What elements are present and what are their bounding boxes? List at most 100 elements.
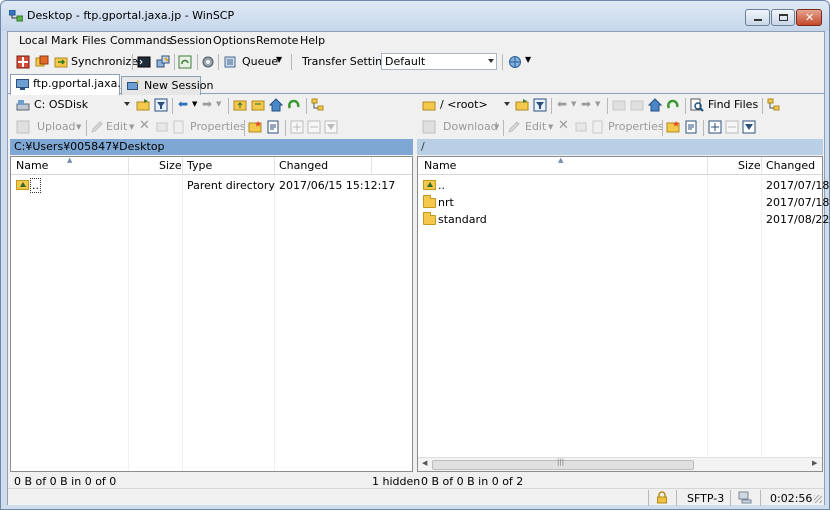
table-row[interactable]: nrt 2017/07/18	[418, 194, 829, 211]
file-name: standard	[438, 213, 487, 226]
horizontal-scrollbar[interactable]: ◀ ||| ▶	[418, 457, 822, 471]
local-hidden-count[interactable]: 1 hidden	[372, 475, 420, 488]
minimize-icon	[754, 19, 762, 21]
synchronize-label[interactable]: Synchronize	[71, 55, 138, 68]
parent-directory-icon	[16, 180, 29, 190]
maximize-button[interactable]	[771, 9, 795, 26]
home-directory-icon[interactable]	[648, 98, 662, 112]
column-separator[interactable]	[128, 157, 129, 175]
column-size[interactable]: Size	[159, 159, 182, 172]
remote-path-combo[interactable]: / <root>	[436, 96, 513, 113]
file-changed: 2017/08/22	[766, 213, 830, 226]
scroll-left-icon[interactable]: ◀	[422, 459, 427, 467]
synchronize-icon[interactable]	[54, 55, 68, 69]
queue-dropdown-arrow-icon[interactable]: ▼	[276, 55, 282, 64]
open-directory-icon[interactable]	[136, 98, 150, 112]
title-bar[interactable]: Desktop - ftp.gportal.jaxa.jp - WinSCP ✕	[1, 1, 829, 31]
column-changed[interactable]: Changed	[766, 159, 815, 172]
upload-button: Upload	[37, 120, 76, 133]
root-directory-icon[interactable]	[251, 98, 265, 112]
new-folder-icon[interactable]	[248, 120, 262, 134]
find-files-button[interactable]: Find Files	[708, 98, 758, 111]
menu-session[interactable]: Session	[170, 34, 212, 47]
column-name[interactable]: Name	[16, 159, 48, 172]
menu-local[interactable]: Local	[19, 34, 48, 47]
back-icon[interactable]: ⬅	[178, 97, 188, 111]
putty-icon[interactable]	[156, 55, 170, 69]
tab-session[interactable]: ftp.gportal.jaxa.jp	[10, 74, 131, 95]
filter-icon[interactable]	[154, 98, 168, 112]
new-file-icon[interactable]	[684, 120, 698, 134]
open-directory-icon[interactable]	[515, 98, 529, 112]
close-icon: ✕	[805, 11, 815, 24]
column-separator[interactable]	[182, 157, 183, 175]
compare-directories-icon[interactable]	[16, 55, 30, 69]
column-separator[interactable]	[371, 157, 372, 175]
tree-icon[interactable]	[767, 98, 781, 112]
tab-new-session[interactable]: New Session	[121, 76, 213, 95]
column-separator[interactable]	[761, 157, 762, 175]
queue-icon[interactable]	[223, 55, 237, 69]
session-tabs: ftp.gportal.jaxa.jp New Session	[8, 74, 824, 95]
console-icon[interactable]	[137, 55, 151, 69]
menu-help[interactable]: Help	[300, 34, 325, 47]
new-session-icon	[127, 80, 139, 90]
table-row[interactable]: .. Parent directory 2017/06/15 15:12:17	[11, 177, 412, 194]
minimize-button[interactable]	[745, 9, 770, 26]
main-toolbar: Synchronize Queue ▼ Transfer Settings De…	[8, 50, 824, 74]
refresh-icon[interactable]	[666, 98, 680, 112]
table-row[interactable]: .. 2017/07/18	[418, 177, 829, 194]
file-type: Parent directory	[187, 179, 275, 192]
toolbar-separator	[244, 120, 245, 136]
refresh-session-icon[interactable]	[178, 55, 192, 69]
scroll-right-icon[interactable]: ▶	[812, 459, 817, 467]
toolbar-separator	[174, 54, 175, 70]
toolbar-separator	[502, 54, 503, 70]
scrollbar-thumb[interactable]: |||	[432, 458, 694, 470]
forward-dropdown-icon: ▼	[216, 100, 222, 108]
column-size[interactable]: Size	[738, 159, 761, 172]
synchronize-browsing-icon[interactable]	[35, 55, 49, 69]
column-changed[interactable]: Changed	[279, 159, 328, 172]
table-row[interactable]: standard 2017/08/22	[418, 211, 829, 228]
new-folder-icon[interactable]	[666, 120, 680, 134]
select-all-icon[interactable]	[708, 120, 722, 134]
column-separator[interactable]	[274, 157, 275, 175]
find-files-icon[interactable]	[690, 98, 704, 112]
refresh-icon[interactable]	[287, 98, 301, 112]
preferences-gear-icon[interactable]	[201, 55, 215, 69]
download-icon	[422, 120, 436, 134]
filter-icon[interactable]	[533, 98, 547, 112]
queue-label[interactable]: Queue	[242, 55, 278, 68]
column-name[interactable]: Name	[424, 159, 456, 172]
remote-file-list[interactable]: Name ▲ Size Changed .. 2017/07/18 nrt 20…	[417, 156, 829, 472]
tree-icon[interactable]	[311, 98, 325, 112]
close-button[interactable]: ✕	[796, 9, 822, 26]
column-type[interactable]: Type	[187, 159, 212, 172]
toolbar-separator	[607, 98, 608, 114]
local-file-list[interactable]: Name ▲ Size Type Changed .. Parent direc…	[10, 156, 413, 472]
parent-directory-icon	[612, 100, 626, 111]
remote-path-bar[interactable]: /	[417, 139, 823, 155]
back-dropdown-icon[interactable]: ▼	[192, 100, 197, 108]
new-file-icon[interactable]	[266, 120, 280, 134]
parent-directory-icon[interactable]	[233, 98, 247, 112]
toolbar-separator	[132, 54, 133, 70]
menu-mark[interactable]: Mark	[51, 34, 78, 47]
local-path-bar[interactable]: C:¥Users¥005847¥Desktop	[10, 139, 413, 155]
filter-select-icon[interactable]	[742, 120, 756, 134]
resize-grip-icon[interactable]	[814, 495, 822, 503]
transfer-settings-combo[interactable]: Default	[381, 53, 497, 70]
transfer-settings-dropdown-icon[interactable]: ▼	[525, 55, 531, 64]
menu-options[interactable]: Options	[213, 34, 255, 47]
menu-files[interactable]: Files	[82, 34, 106, 47]
grip-icon: |||	[557, 458, 565, 466]
local-drive-combo[interactable]: C: OSDisk	[30, 96, 133, 113]
winscp-window: Desktop - ftp.gportal.jaxa.jp - WinSCP ✕…	[0, 0, 830, 510]
home-directory-icon[interactable]	[269, 98, 283, 112]
transfer-settings-globe-icon[interactable]	[508, 55, 522, 69]
menu-commands[interactable]: Commands	[110, 34, 172, 47]
file-name: ..	[438, 179, 445, 192]
column-separator[interactable]	[707, 157, 708, 175]
menu-remote[interactable]: Remote	[256, 34, 298, 47]
